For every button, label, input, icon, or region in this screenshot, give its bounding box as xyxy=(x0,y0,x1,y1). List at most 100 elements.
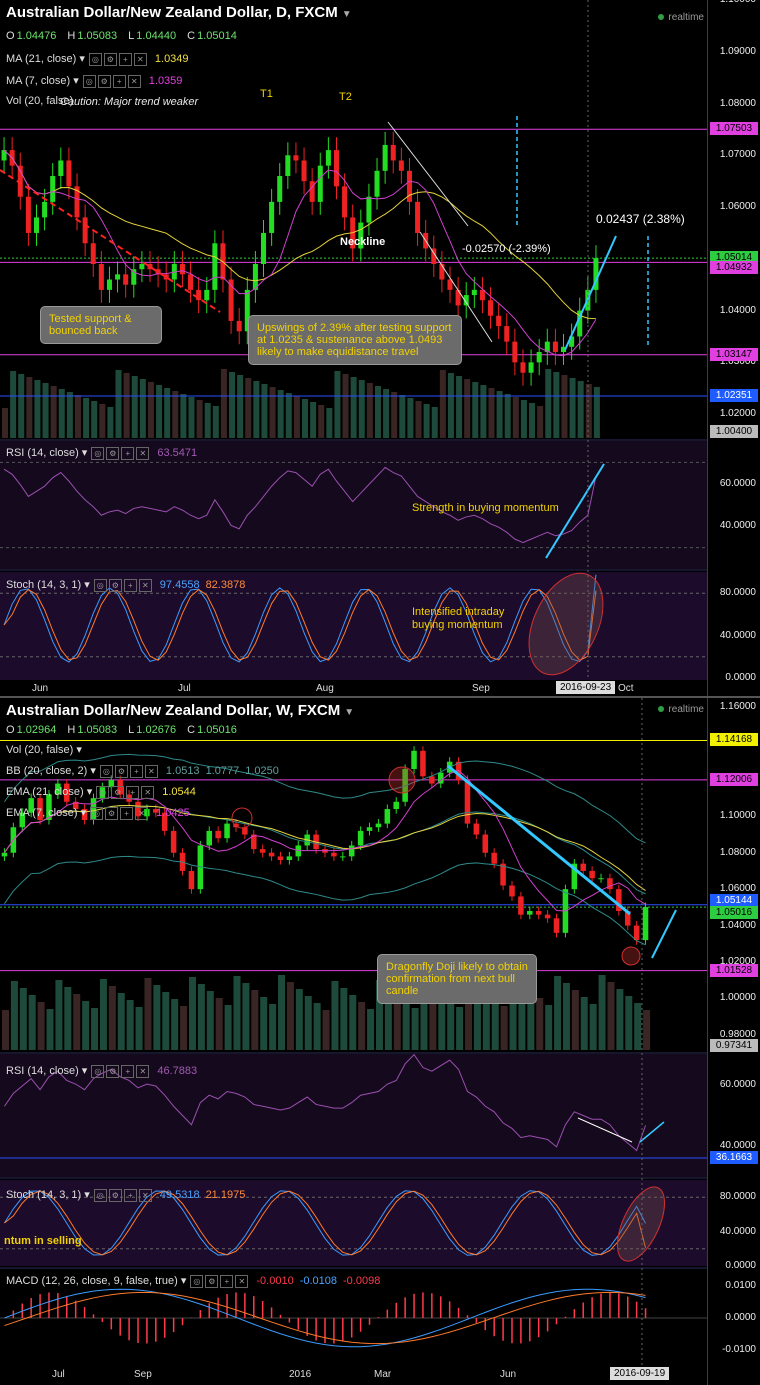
weekly-vol-legend[interactable]: Vol (20, false) ▾ xyxy=(6,743,82,756)
weekly-price-tick: 1.16000 xyxy=(719,701,756,713)
daily-volume-bar xyxy=(204,403,211,438)
daily-volume-bar xyxy=(180,394,187,438)
daily-volume-bar xyxy=(537,406,544,438)
daily-price-tag: 1.03147 xyxy=(710,347,758,361)
daily-candle-body xyxy=(415,201,421,233)
weekly-chart-title[interactable]: Australian Dollar/New Zealand Dollar, W,… xyxy=(6,702,354,719)
weekly-macd-tick: 0.0100 xyxy=(725,1280,756,1291)
weekly-volume-bar xyxy=(580,997,588,1050)
weekly-candle-body xyxy=(259,849,266,853)
daily-volume-bar xyxy=(188,397,195,438)
daily-volume-bar xyxy=(399,395,406,438)
weekly-volume-bar xyxy=(616,989,624,1050)
daily-x-label: Aug xyxy=(316,683,334,694)
daily-stoch-tick: 80.0000 xyxy=(719,587,756,599)
daily-price-tick: 1.10000 xyxy=(720,0,756,5)
daily-volume-bar xyxy=(456,376,463,438)
chevron-down-icon[interactable]: ▼ xyxy=(342,9,352,20)
daily-candle-body xyxy=(236,320,242,332)
weekly-volume-bar xyxy=(340,988,348,1050)
weekly-volume-bar xyxy=(625,996,633,1050)
daily-volume-bar xyxy=(350,377,357,438)
weekly-bb-legend[interactable]: BB (20, close, 2) ▾ ◎ ⚙ + ✕ 1.0513 1.0777 1.025… xyxy=(6,764,279,778)
daily-volume-bar xyxy=(585,384,592,438)
daily-volume-bar xyxy=(107,407,114,438)
daily-volume-bar xyxy=(237,375,244,438)
daily-candle-body xyxy=(374,170,380,197)
weekly-candle-body xyxy=(170,830,177,853)
daily-candle-body xyxy=(261,232,267,264)
daily-callout-support: Tested support & bounced back xyxy=(40,306,162,344)
daily-volume-bar xyxy=(74,395,81,438)
daily-volume-bar xyxy=(447,373,454,438)
weekly-candle-body xyxy=(607,878,613,890)
daily-stoch-legend[interactable]: Stoch (14, 3, 1) ▾ ◎ ⚙ + ✕ 97.4558 82.3878 xyxy=(6,578,245,592)
daily-volume-bar xyxy=(172,391,179,438)
daily-x-label: Sep xyxy=(472,683,490,694)
daily-candle-body xyxy=(188,274,194,290)
daily-volume-bar xyxy=(269,387,276,438)
weekly-x-label: Sep xyxy=(134,1369,152,1380)
weekly-doji-circle xyxy=(621,946,641,966)
daily-volume-bar xyxy=(326,408,333,438)
weekly-ema7-legend[interactable]: EMA (7, close) ▾ ◎ ⚙ + ✕ 1.0425 xyxy=(6,806,190,820)
daily-chart-panel[interactable]: Australian Dollar/New Zealand Dollar, D,… xyxy=(0,0,760,700)
weekly-volume-bar xyxy=(144,978,152,1050)
daily-ma7-legend[interactable]: MA (7, close) ▾ ◎ ⚙ + ✕ 1.0359 xyxy=(6,74,182,88)
chevron-down-icon[interactable]: ▼ xyxy=(344,707,354,718)
daily-candle-body xyxy=(366,196,372,223)
daily-volume-bar xyxy=(261,384,268,438)
daily-volume-bar xyxy=(302,399,308,438)
weekly-ema21-legend[interactable]: EMA (21, close) ▾ ◎ ⚙ + ✕ 1.0544 xyxy=(6,785,196,799)
weekly-macd-tick: 0.0000 xyxy=(725,1312,756,1323)
daily-rsi-tick: 40.0000 xyxy=(719,520,756,532)
daily-volume-bar xyxy=(472,382,479,438)
daily-volume-bar xyxy=(34,380,41,438)
daily-volume-bar xyxy=(464,379,471,438)
daily-volume-bar xyxy=(480,385,487,438)
weekly-volume-bar xyxy=(500,1006,508,1050)
daily-volume-bar xyxy=(529,403,536,438)
daily-ma21-legend[interactable]: MA (21, close) ▾ ◎ ⚙ + ✕ 1.0349 xyxy=(6,52,189,66)
daily-volume-bar xyxy=(139,379,146,438)
daily-candle-body xyxy=(342,186,348,218)
weekly-volume-bar xyxy=(2,1010,9,1050)
daily-rsi-legend[interactable]: RSI (14, close) ▾ ◎ ⚙ + ✕ 63.5471 xyxy=(6,446,197,460)
weekly-volume-bar xyxy=(46,1009,54,1050)
daily-volume-bar xyxy=(245,378,252,438)
weekly-candle-body xyxy=(206,830,213,846)
weekly-volume-bar xyxy=(367,1009,375,1050)
daily-volume-bar xyxy=(496,391,503,438)
daily-volume-bar xyxy=(561,375,568,438)
weekly-candle-body xyxy=(224,823,230,839)
weekly-chart-panel[interactable]: Australian Dollar/New Zealand Dollar, W,… xyxy=(0,696,760,1385)
daily-t2-label: T2 xyxy=(339,91,352,103)
weekly-callout-doji: Dragonfly Doji likely to obtain confirma… xyxy=(377,954,537,1004)
weekly-candle-body xyxy=(366,827,373,831)
daily-candle-body xyxy=(293,155,299,161)
weekly-volume-bar xyxy=(598,975,606,1050)
daily-volume-bar xyxy=(569,378,576,438)
weekly-macd-legend[interactable]: MACD (12, 26, close, 9, false, true) ▾ ◎ ⚙… xyxy=(6,1274,380,1288)
weekly-stoch-legend[interactable]: Stoch (14, 3, 1) ▾ ◎ ⚙ + ✕ 49.5318 21.1975 xyxy=(6,1188,245,1202)
daily-candle-body xyxy=(488,300,494,316)
weekly-price-tag: 0.97341 xyxy=(710,1039,758,1052)
daily-x-label: Oct xyxy=(618,683,634,694)
daily-price-tag: 1.02351 xyxy=(710,388,758,402)
weekly-volume-bar xyxy=(278,975,286,1050)
daily-volume-bar xyxy=(431,407,438,438)
daily-downtrend-line xyxy=(0,169,221,313)
daily-chart-title[interactable]: Australian Dollar/New Zealand Dollar, D,… xyxy=(6,4,352,21)
daily-candle-body xyxy=(139,264,145,270)
weekly-rsi-legend[interactable]: RSI (14, close) ▾ ◎ ⚙ + ✕ 46.7883 xyxy=(6,1064,197,1078)
daily-ohlc: O 1.04476 H 1.05083 L 1.04440 C 1.05014 xyxy=(6,30,237,42)
daily-rise-measure: 0.02437 (2.38%) xyxy=(596,212,685,226)
daily-volume-bar xyxy=(512,397,519,438)
weekly-volume-bar xyxy=(99,979,107,1050)
daily-candle-body xyxy=(536,352,542,363)
weekly-volume-bar xyxy=(135,1007,143,1050)
daily-volume-bar xyxy=(293,396,300,438)
daily-candle-body xyxy=(204,289,210,301)
daily-rsi-note: Strength in buying momentum xyxy=(412,502,559,514)
weekly-candle-body xyxy=(331,852,337,857)
